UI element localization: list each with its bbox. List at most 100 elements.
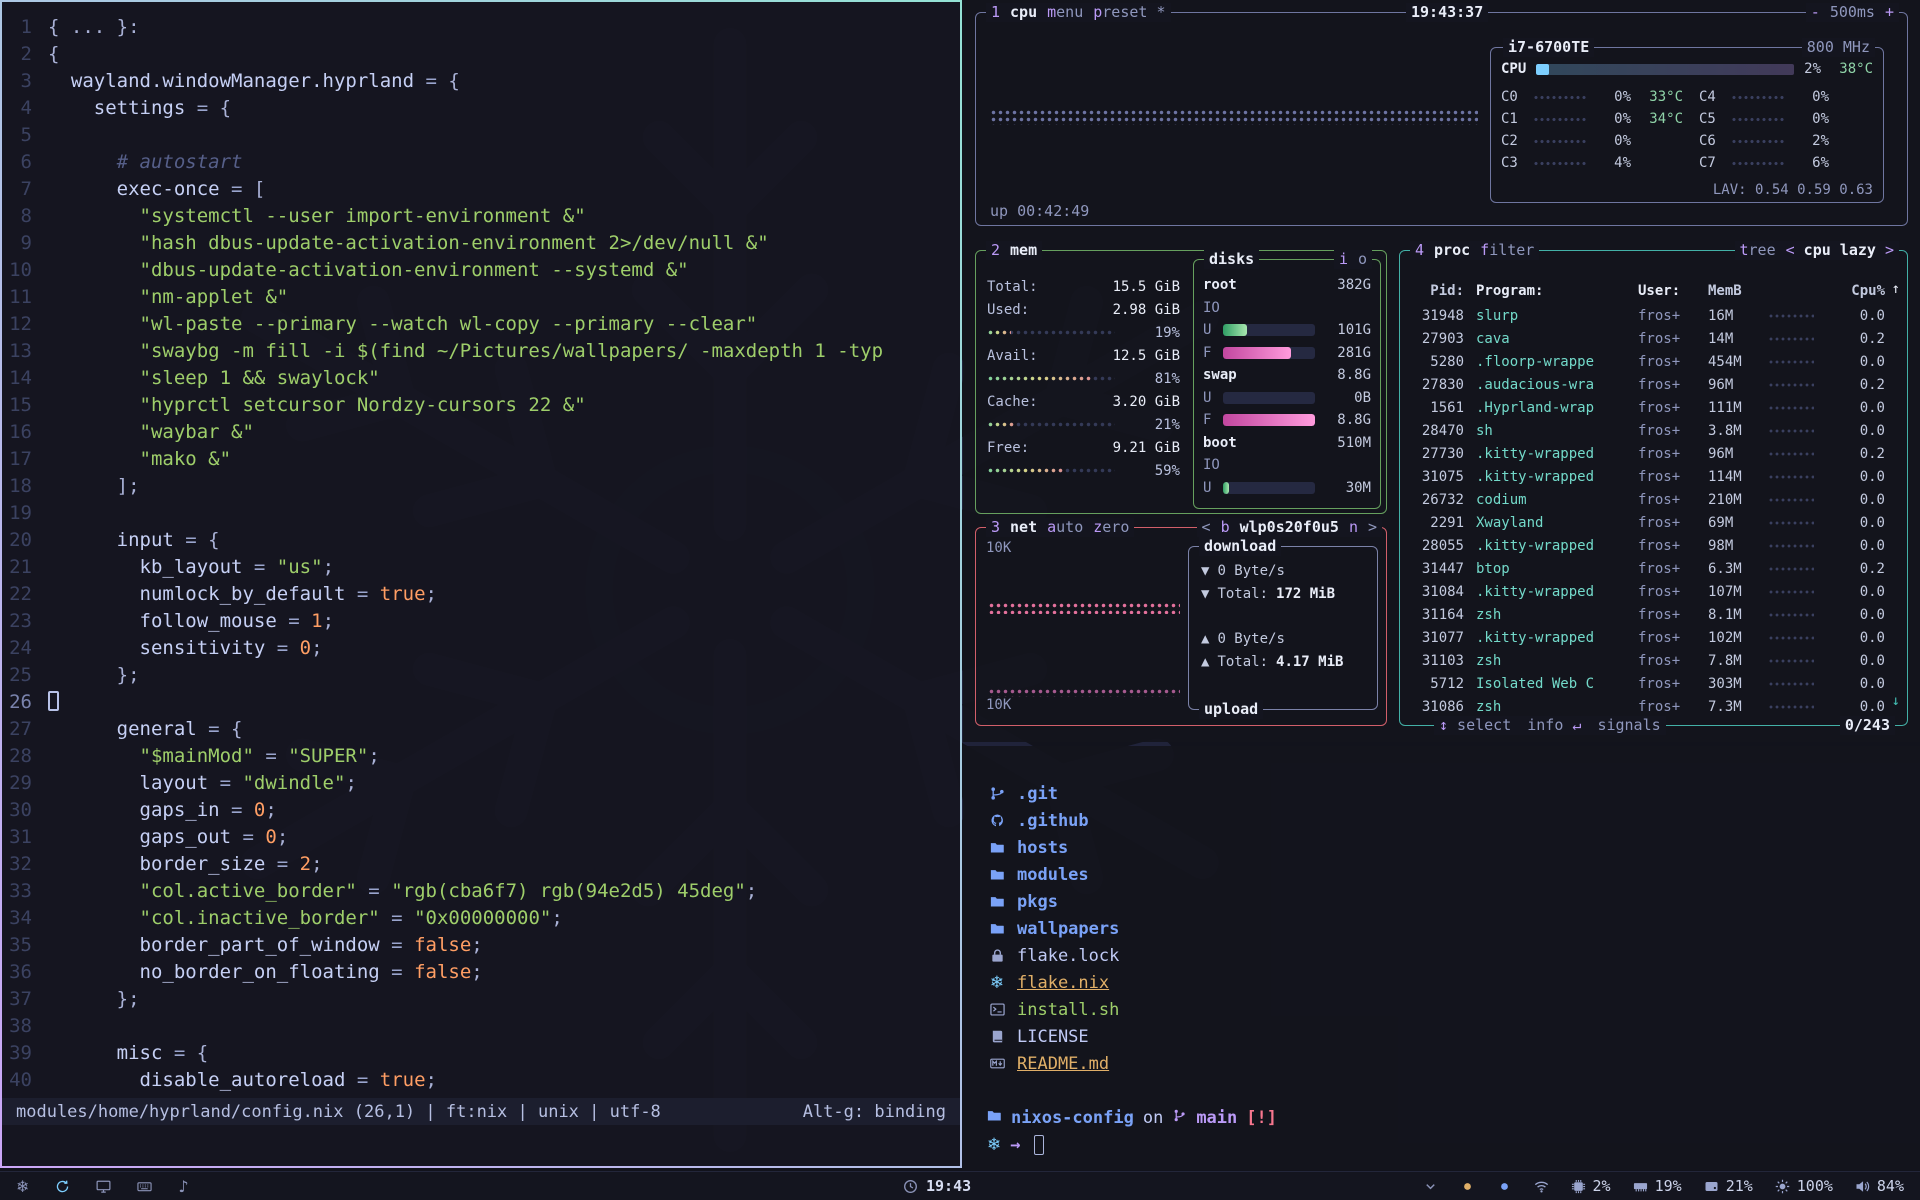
process-row[interactable]: 31103zshfros+7.8M0.0 [1400,649,1907,672]
process-row[interactable]: 1561.Hyprland-wrapfros+111M0.0 [1400,396,1907,419]
btop-option[interactable]: preset * [1093,3,1165,22]
mem-box-title[interactable]: 2mem [986,241,1042,260]
proc-select-action[interactable]: ↕ select [1439,716,1511,735]
history-icon[interactable] [55,1179,70,1194]
update-interval-control[interactable]: -500ms+ [1806,3,1899,22]
editor-line[interactable]: 20 input = { [2,527,960,554]
proc-scroll-up-icon[interactable]: ↑ [1892,281,1900,297]
process-row[interactable]: 31948slurpfros+16M0.0 [1400,304,1907,327]
proc-header-user[interactable]: User: [1638,283,1708,299]
process-row[interactable]: 31075.kitty-wrappedfros+114M0.0 [1400,465,1907,488]
process-row[interactable]: 2291Xwaylandfros+69M0.0 [1400,511,1907,534]
proc-sort-control[interactable]: tree < cpu lazy > [1735,241,1900,260]
sort-selector[interactable]: < cpu lazy > [1786,241,1894,260]
cpu-box-title[interactable]: 1cpumenupreset * [986,3,1171,22]
process-row[interactable]: 31077.kitty-wrappedfros+102M0.0 [1400,626,1907,649]
process-row[interactable]: 27903cavafros+14M0.2 [1400,327,1907,350]
editor-line[interactable]: 32 border_size = 2; [2,851,960,878]
editor-line[interactable]: 14 "sleep 1 && swaylock" [2,365,960,392]
editor-line[interactable]: 37 }; [2,986,960,1013]
editor-line[interactable]: 21 kb_layout = "us"; [2,554,960,581]
disks-io-toggle[interactable]: io [1334,250,1372,269]
editor-line[interactable]: 12 "wl-paste --primary --watch wl-copy -… [2,311,960,338]
process-row[interactable]: 26732codiumfros+210M0.0 [1400,488,1907,511]
keyboard-icon[interactable] [137,1179,152,1194]
editor-line[interactable]: 4 settings = { [2,95,960,122]
btop-option[interactable]: auto [1047,518,1083,537]
proc-header-program[interactable]: Program: [1464,283,1638,299]
editor-line[interactable]: 11 "nm-applet &" [2,284,960,311]
bar-metric[interactable]: 84% [1855,1177,1904,1195]
process-row[interactable]: 5280.floorp-wrappefros+454M0.0 [1400,350,1907,373]
editor-line[interactable]: 18 ]; [2,473,960,500]
editor-line[interactable]: 38 [2,1013,960,1040]
editor-line[interactable]: 9 "hash dbus-update-activation-environme… [2,230,960,257]
dot-icon[interactable] [1497,1179,1512,1194]
terminal-window[interactable]: .git.githubhostsmodulespkgswallpapersfla… [963,746,1920,1170]
editor-line[interactable]: 35 border_part_of_window = false; [2,932,960,959]
editor-window[interactable]: 1{ ... }:2{3 wayland.windowManager.hyprl… [0,0,962,1168]
editor-buffer[interactable]: 1{ ... }:2{3 wayland.windowManager.hyprl… [2,2,960,1094]
display-icon[interactable] [96,1179,111,1194]
btop-window[interactable]: 1cpumenupreset * 19:43:37 -500ms+ i7-670… [963,0,1920,742]
editor-line[interactable]: 33 "col.active_border" = "rgb(cba6f7) rg… [2,878,960,905]
btop-option[interactable]: menu [1047,3,1083,22]
proc-box-title[interactable]: 4procfilter [1410,241,1539,260]
proc-signals-action[interactable]: signals [1597,716,1660,735]
editor-line[interactable]: 3 wayland.windowManager.hyprland = { [2,68,960,95]
proc-header-mem[interactable]: MemB [1708,283,1764,299]
bar-metric[interactable]: 2% [1571,1177,1611,1195]
editor-line[interactable]: 5 [2,122,960,149]
editor-line[interactable]: 10 "dbus-update-activation-environment -… [2,257,960,284]
proc-info-action[interactable]: info ↵ [1527,716,1581,735]
bar-metric[interactable]: 19% [1633,1177,1682,1195]
editor-line[interactable]: 31 gaps_out = 0; [2,824,960,851]
editor-line[interactable]: 36 no_border_on_floating = false; [2,959,960,986]
editor-line[interactable]: 23 follow_mouse = 1; [2,608,960,635]
editor-line[interactable]: 1{ ... }: [2,14,960,41]
editor-line[interactable]: 15 "hyprctl setcursor Nordzy-cursors 22 … [2,392,960,419]
process-row[interactable]: 27830.audacious-wrafros+96M0.2 [1400,373,1907,396]
shell-input-line[interactable]: ❄→ [987,1131,1920,1158]
btop-option[interactable]: zero [1093,518,1129,537]
btop-option[interactable]: filter [1480,241,1534,260]
editor-line[interactable]: 30 gaps_in = 0; [2,797,960,824]
editor-line[interactable]: 27 general = { [2,716,960,743]
process-row[interactable]: 28055.kitty-wrappedfros+98M0.0 [1400,534,1907,557]
editor-line[interactable]: 6 # autostart [2,149,960,176]
dot-icon[interactable] [1460,1179,1475,1194]
bar-metric[interactable]: 100% [1775,1177,1833,1195]
editor-line[interactable]: 19 [2,500,960,527]
network-interface-selector[interactable]: <b wlp0s20f0u5 n> [1197,518,1382,537]
process-row[interactable]: 31086zshfros+7.3M0.0 [1400,695,1907,718]
editor-line[interactable]: 39 misc = { [2,1040,960,1067]
tree-toggle[interactable]: tree [1740,241,1776,260]
editor-line[interactable]: 8 "systemctl --user import-environment &… [2,203,960,230]
net-box-title[interactable]: 3netautozero [986,518,1134,537]
editor-line[interactable]: 2{ [2,41,960,68]
editor-line[interactable]: 7 exec-once = [ [2,176,960,203]
editor-line[interactable]: 28 "$mainMod" = "SUPER"; [2,743,960,770]
editor-line[interactable]: 26 [2,689,960,716]
chevron-down-icon[interactable] [1423,1179,1438,1194]
music-icon[interactable]: ♪ [178,1177,188,1196]
bar-metric[interactable]: 21% [1704,1177,1753,1195]
proc-scroll-down-icon[interactable]: ↓ [1892,693,1900,709]
editor-line[interactable]: 17 "mako &" [2,446,960,473]
process-row[interactable]: 5712Isolated Web Cfros+303M0.0 [1400,672,1907,695]
process-row[interactable]: 31084.kitty-wrappedfros+107M0.0 [1400,580,1907,603]
process-row[interactable]: 31164zshfros+8.1M0.0 [1400,603,1907,626]
editor-line[interactable]: 29 layout = "dwindle"; [2,770,960,797]
bar-clock[interactable]: 19:43 [903,1177,971,1195]
proc-footer-actions[interactable]: ↕ select info ↵ signals [1434,716,1666,735]
editor-line[interactable]: 40 disable_autoreload = true; [2,1067,960,1094]
proc-header-pid[interactable]: Pid: [1400,283,1464,299]
process-row[interactable]: 28470shfros+3.8M0.0 [1400,419,1907,442]
editor-line[interactable]: 34 "col.inactive_border" = "0x00000000"; [2,905,960,932]
process-row[interactable]: 31447btopfros+6.3M0.2 [1400,557,1907,580]
nix-icon[interactable]: ❄ [16,1177,29,1196]
editor-line[interactable]: 16 "waybar &" [2,419,960,446]
editor-line[interactable]: 13 "swaybg -m fill -i $(find ~/Pictures/… [2,338,960,365]
editor-line[interactable]: 25 }; [2,662,960,689]
editor-line[interactable]: 24 sensitivity = 0; [2,635,960,662]
